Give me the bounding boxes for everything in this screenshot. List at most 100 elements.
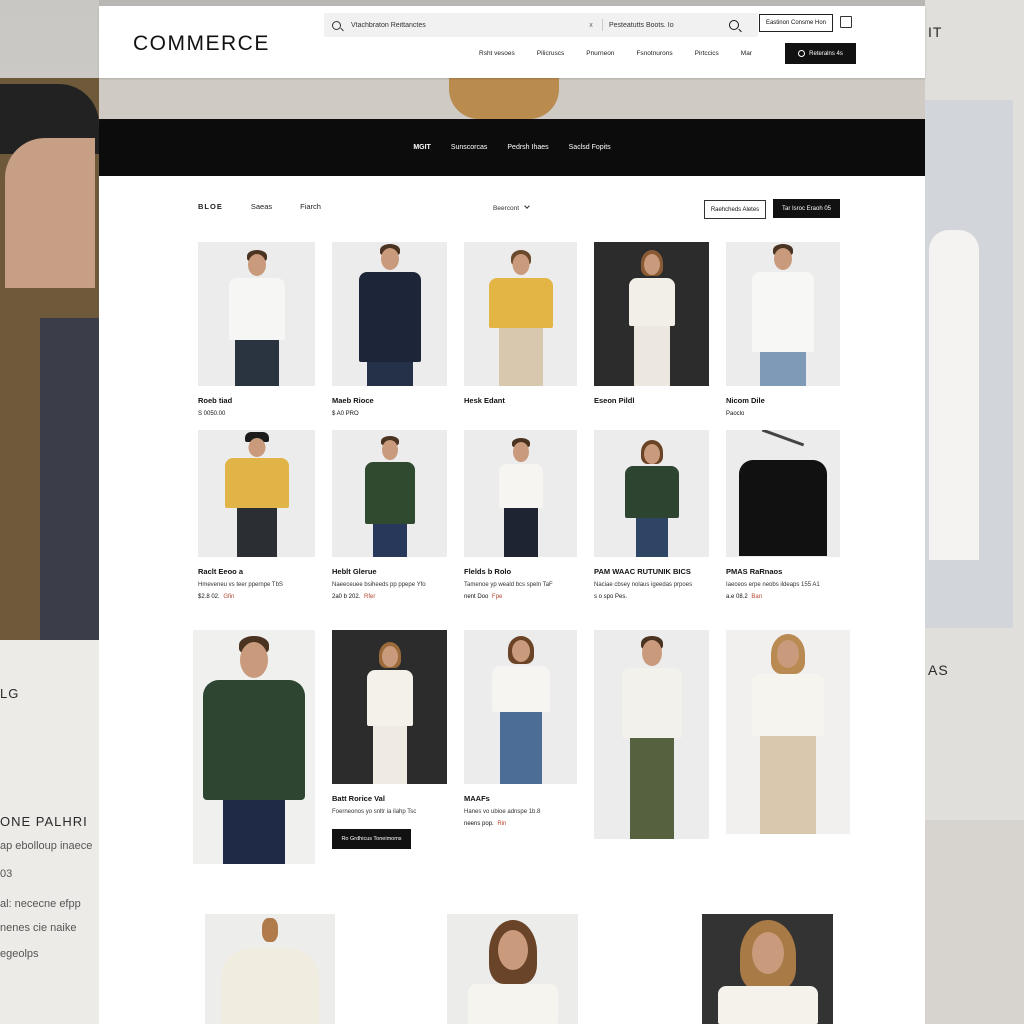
model-figure	[620, 636, 684, 839]
product-card[interactable]: Flelds b Rolo Tamenoe yp weald bcs speln…	[464, 430, 577, 600]
product-price-line: neens pop. Rin	[464, 821, 577, 827]
nav-item[interactable]: Pirtccics	[695, 50, 719, 57]
product-card[interactable]: Roeb tiad S 0050.00	[198, 242, 315, 417]
product-card[interactable]	[193, 630, 315, 864]
background-top-strip	[99, 78, 925, 119]
filter-link[interactable]: BLOE	[198, 202, 223, 211]
product-name[interactable]: PAM WAAC RUTUNIK BICS	[594, 567, 709, 576]
product-image[interactable]	[594, 242, 709, 386]
product-name[interactable]: Flelds b Rolo	[464, 567, 577, 576]
product-price: nent Doo	[464, 594, 489, 600]
product-card[interactable]: Maeb Rioce $ A0 PRO	[332, 242, 447, 417]
product-image[interactable]	[464, 242, 577, 386]
nav-item[interactable]: Fsnotnurons	[636, 50, 672, 57]
product-card[interactable]	[594, 630, 709, 839]
product-card[interactable]: PMAS RaRnaos Iaeceos erpe neobs ildeaps …	[726, 430, 840, 600]
category-tab[interactable]: MGIT	[413, 144, 431, 151]
site-logo[interactable]: COMMERCE	[133, 32, 270, 56]
cart-icon[interactable]	[840, 16, 852, 28]
product-image[interactable]	[594, 430, 709, 557]
search-location-field[interactable]: Pesteatutts Boots. Io	[609, 22, 719, 29]
product-card[interactable]	[447, 914, 578, 1024]
model-figure	[491, 636, 551, 784]
background-line-5: egeolps	[0, 948, 39, 960]
category-tab[interactable]: Pedrsh Ihaes	[507, 144, 548, 151]
model-figure	[488, 250, 554, 386]
product-image[interactable]	[198, 242, 315, 386]
product-name[interactable]: Raclt Eeoo a	[198, 567, 315, 576]
model-figure	[224, 432, 290, 557]
product-card[interactable]: Heblt Glerue Naeeceuee bsiheeds pp ppepe…	[332, 430, 447, 600]
category-tab[interactable]: Saclsd Fopits	[569, 144, 611, 151]
category-tab[interactable]: Sunscorcas	[451, 144, 488, 151]
nav-item[interactable]: Pnurneon	[586, 50, 614, 57]
product-image[interactable]	[594, 630, 709, 839]
product-card[interactable]	[726, 630, 850, 834]
product-card[interactable]: PAM WAAC RUTUNIK BICS Naciae cbsey nolau…	[594, 430, 709, 600]
product-description: Foerneonos yo snltr ia ilahp Tsc	[332, 809, 417, 815]
background-text-palhri: ONE PALHRI	[0, 814, 88, 829]
product-card[interactable]: Raclt Eeoo a Hmeveneu vs teer ppernpe Tb…	[198, 430, 315, 600]
nav-item[interactable]: Pilicruscs	[537, 50, 564, 57]
background-line-4: nenes cie naike	[0, 922, 77, 934]
product-card[interactable]: Nicom Dile Paoclo	[726, 242, 840, 417]
product-image[interactable]	[726, 242, 840, 386]
filter-dark-button[interactable]: Tar Isroc Eraoh 05	[773, 199, 840, 218]
product-card[interactable]: Batt Rorice Val Foerneonos yo snltr ia i…	[332, 630, 447, 849]
product-price-line: 2a0 b 202. Rfer	[332, 594, 447, 600]
filter-link[interactable]: Fiarch	[300, 202, 321, 211]
product-image[interactable]	[464, 630, 577, 784]
product-name[interactable]: Batt Rorice Val	[332, 794, 447, 803]
product-image[interactable]	[702, 914, 833, 1024]
search-icon	[798, 50, 806, 57]
product-image[interactable]	[193, 630, 315, 864]
product-name[interactable]: Heblt Glerue	[332, 567, 447, 576]
chevron-down-icon	[524, 203, 530, 209]
product-name[interactable]: Hesk Edant	[464, 396, 577, 405]
search-input[interactable]: Vtachbraton Reittanctes	[351, 22, 586, 29]
hanger-garment	[737, 430, 829, 557]
product-name[interactable]: Roeb tiad	[198, 396, 315, 405]
product-price: Paoclo	[726, 411, 745, 417]
product-price-line: nent Doo Fpe	[464, 594, 577, 600]
clear-search-button[interactable]: x	[586, 22, 596, 29]
product-image[interactable]	[205, 914, 335, 1024]
product-name[interactable]: Eseon Pildl	[594, 396, 709, 405]
product-card[interactable]	[205, 914, 335, 1024]
site-header: COMMERCE Vtachbraton Reittanctes x Peste…	[99, 6, 925, 78]
background-model-photo-left	[0, 78, 99, 640]
sort-dropdown[interactable]: Beercont	[493, 203, 530, 212]
product-card[interactable]: MAAFs Hanes vo ubioe adnspe 1b.8 neens p…	[464, 630, 577, 827]
product-name[interactable]: PMAS RaRnaos	[726, 567, 840, 576]
product-image[interactable]	[332, 242, 447, 386]
product-action-button[interactable]: Ro Grdhicus Toneimoms	[332, 829, 411, 849]
product-image[interactable]	[726, 630, 850, 834]
filter-outline-button[interactable]: Raehcheds Aletes	[704, 200, 766, 219]
product-card[interactable]: Eseon Pildl	[594, 242, 709, 411]
product-name[interactable]: Maeb Rioce	[332, 396, 447, 405]
product-card[interactable]	[702, 914, 833, 1024]
product-card[interactable]: Hesk Edant	[464, 242, 577, 411]
product-image[interactable]	[726, 430, 840, 557]
product-image[interactable]	[332, 430, 447, 557]
product-image[interactable]	[332, 630, 447, 784]
filter-link[interactable]: Saeas	[251, 202, 272, 211]
search-submit-icon[interactable]	[729, 20, 739, 30]
nav-item[interactable]: Mar	[741, 50, 752, 57]
product-name[interactable]: Nicom Dile	[726, 396, 840, 405]
sale-price: Ban	[751, 594, 763, 600]
product-name[interactable]: MAAFs	[464, 794, 577, 803]
product-price: $2.8 02.	[198, 594, 220, 600]
model-figure	[222, 250, 292, 386]
nav-item[interactable]: Rsht vesoes	[479, 50, 515, 57]
header-account-button[interactable]: Eastinon Consme Hon	[759, 14, 833, 32]
filter-links: BLOE Saeas Fiarch	[198, 202, 321, 211]
search-bar[interactable]: Vtachbraton Reittanctes x Pesteatutts Bo…	[324, 13, 758, 37]
header-search-cta[interactable]: Reteralns 4s	[785, 43, 856, 64]
product-image[interactable]	[447, 914, 578, 1024]
product-image[interactable]	[198, 430, 315, 557]
background-text-lg: LG	[0, 686, 20, 701]
product-image[interactable]	[464, 430, 577, 557]
background-text-it: IT	[928, 24, 943, 40]
model-figure	[366, 642, 414, 784]
